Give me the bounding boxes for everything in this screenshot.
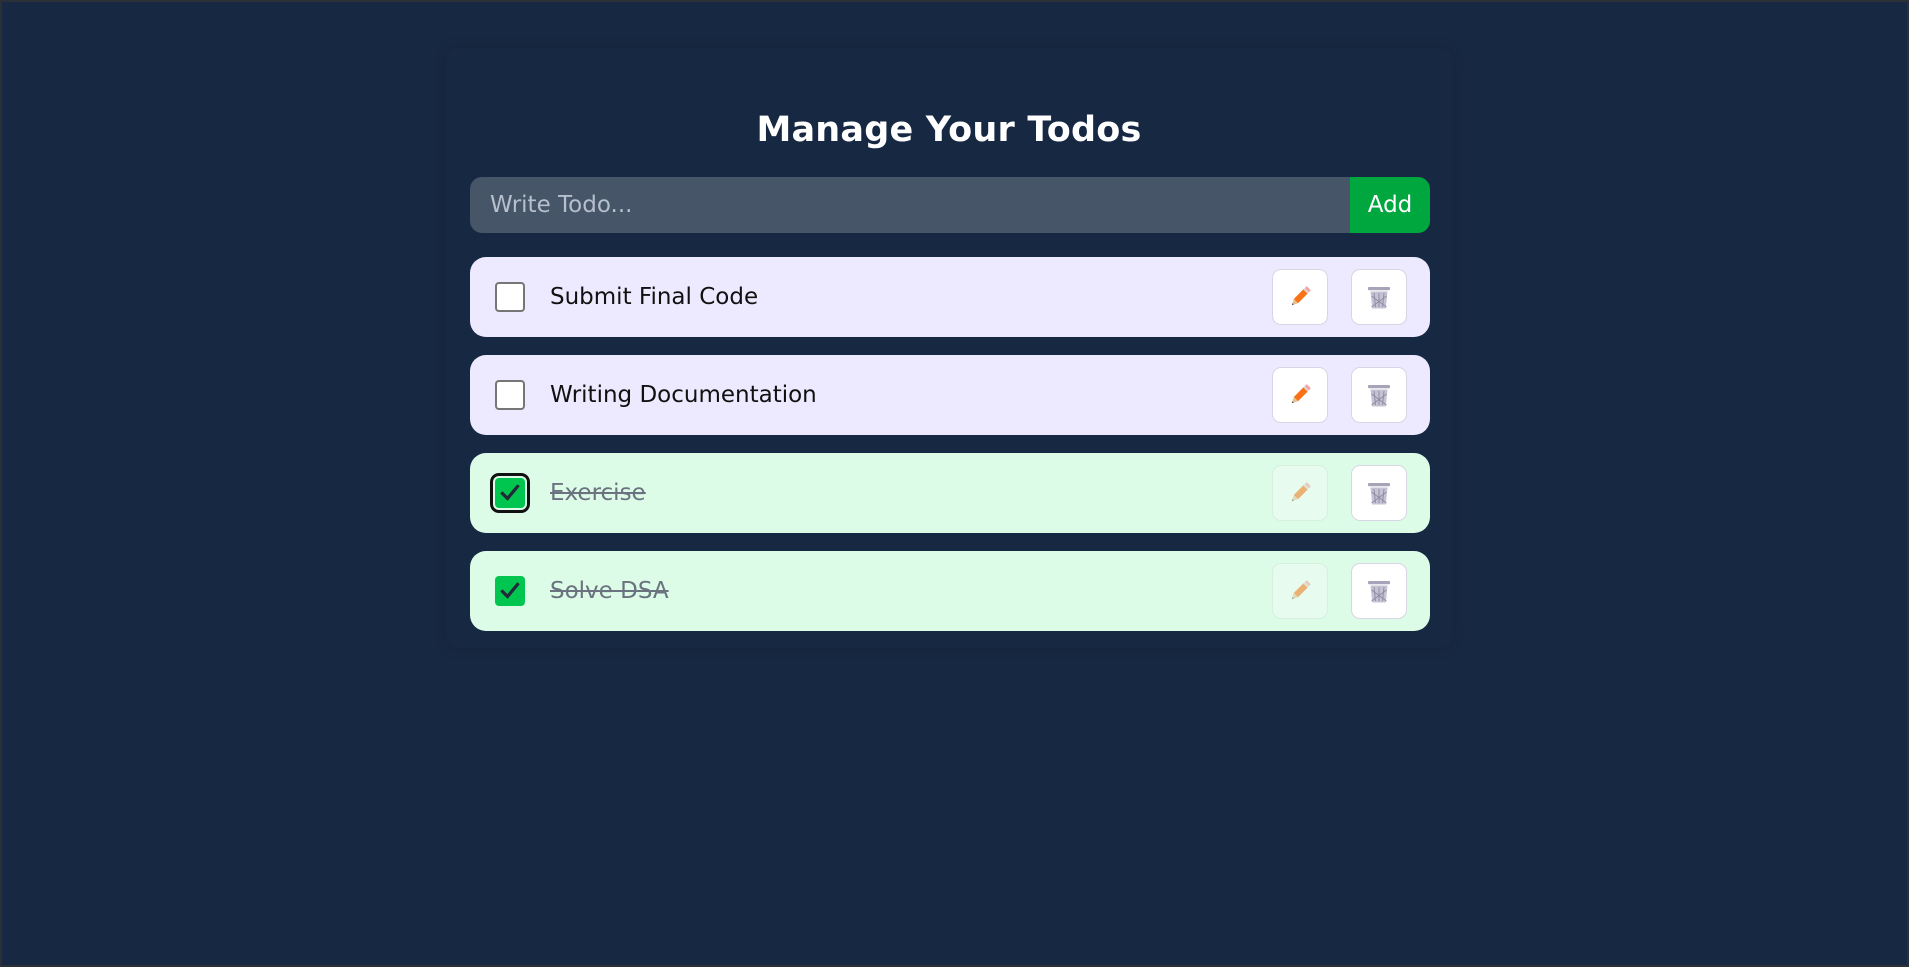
todo-item: Solve DSA: [470, 551, 1430, 631]
delete-button[interactable]: [1351, 269, 1407, 325]
todo-checkbox[interactable]: [495, 380, 525, 410]
delete-button[interactable]: [1351, 367, 1407, 423]
edit-button[interactable]: [1272, 563, 1328, 619]
todo-text: Solve DSA: [550, 578, 669, 604]
edit-button[interactable]: [1272, 465, 1328, 521]
delete-button[interactable]: [1351, 465, 1407, 521]
edit-button[interactable]: [1272, 367, 1328, 423]
todo-item: Exercise: [470, 453, 1430, 533]
pencil-icon: [1291, 580, 1311, 600]
todo-input[interactable]: [470, 177, 1350, 233]
todo-list: Submit Final Code Writing Documentation …: [470, 257, 1430, 649]
edit-button[interactable]: [1272, 269, 1328, 325]
todo-text: Writing Documentation: [550, 382, 817, 408]
check-icon: [500, 582, 520, 599]
pencil-icon: [1291, 482, 1311, 502]
delete-button[interactable]: [1351, 563, 1407, 619]
add-todo-form: Add: [470, 177, 1430, 233]
add-button[interactable]: Add: [1350, 177, 1430, 233]
pencil-icon: [1291, 286, 1311, 306]
todo-checkbox[interactable]: [495, 478, 525, 508]
page-title: Manage Your Todos: [756, 110, 1142, 151]
trash-icon: [1368, 287, 1390, 309]
trash-icon: [1368, 483, 1390, 505]
todo-text: Submit Final Code: [550, 284, 759, 310]
todo-text: Exercise: [550, 480, 646, 506]
todo-checkbox[interactable]: [495, 282, 525, 312]
check-icon: [500, 484, 520, 501]
pencil-icon: [1291, 384, 1311, 404]
trash-icon: [1368, 385, 1390, 407]
todo-checkbox[interactable]: [495, 576, 525, 606]
trash-icon: [1368, 581, 1390, 603]
todo-item: Writing Documentation: [470, 355, 1430, 435]
todo-item: Submit Final Code: [470, 257, 1430, 337]
